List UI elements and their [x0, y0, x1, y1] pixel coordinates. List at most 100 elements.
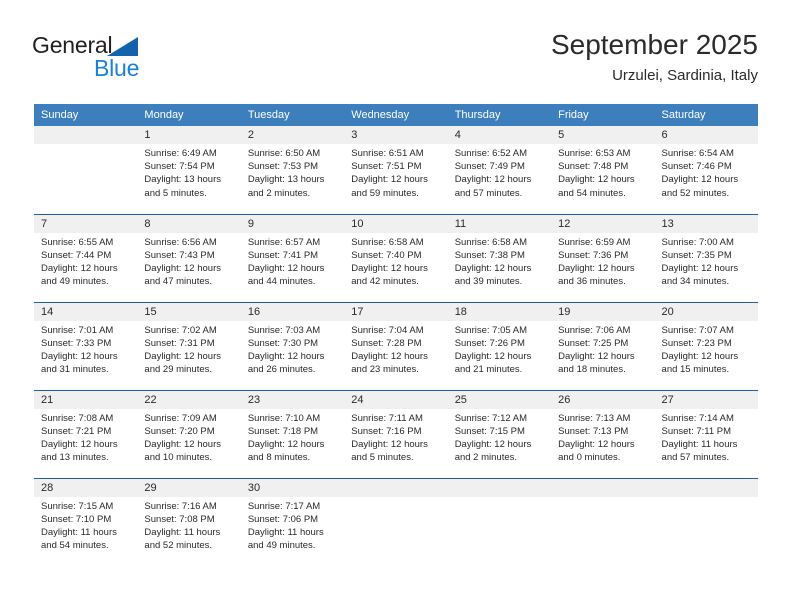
calendar-day-cell[interactable]: 21 Sunrise: 7:08 AM Sunset: 7:21 PM Dayligh… [34, 389, 138, 478]
sun-times-block: Sunrise: 7:07 AM Sunset: 7:23 PM Daylight:… [655, 321, 758, 377]
sun-times-line: Sunrise: 6:52 AM [454, 148, 528, 159]
page-title: September 2025 [550, 29, 758, 60]
sun-times-line: Sunrise: 7:12 AM [454, 412, 528, 424]
sun-times-line: Sunrise: 7:04 AM [351, 324, 424, 336]
calendar-day-cell[interactable]: 18 Sunrise: 7:05 AM Sunset: 7:26 PM Dayligh… [447, 301, 552, 390]
day-number: 5 [551, 126, 655, 144]
day-number: 18 [447, 302, 552, 321]
sun-times-line: and 5 minutes. [351, 452, 414, 464]
sun-times-line: Sunrise: 6:55 AM [41, 236, 114, 248]
sun-times-block: Sunrise: 7:11 AM Sunset: 7:16 PM Daylight:… [344, 409, 447, 465]
day-number [654, 478, 758, 497]
day-number: 13 [654, 214, 758, 233]
sun-times-line: and 10 minutes. [144, 452, 213, 464]
sun-times-line: and 57 minutes. [661, 452, 730, 464]
general-blue-logo[interactable]: General Blue [32, 32, 232, 82]
calendar-day-cell[interactable]: 9 Sunrise: 6:57 AM Sunset: 7:41 PM Daylight… [240, 213, 345, 302]
calendar-cell-empty [654, 477, 758, 566]
day-number: 20 [654, 302, 758, 321]
sun-times-block [551, 497, 654, 500]
sun-times-line: Sunset: 7:20 PM [144, 425, 215, 437]
weekday-header-wednesday: Wednesday [344, 104, 448, 126]
calendar-day-cell[interactable]: 27 Sunrise: 7:14 AM Sunset: 7:11 PM Dayligh… [654, 389, 758, 478]
sun-times-block: Sunrise: 6:55 AM Sunset: 7:44 PM Daylight:… [34, 233, 137, 289]
calendar-day-cell[interactable]: 25 Sunrise: 7:12 AM Sunset: 7:15 PM Dayligh… [447, 389, 552, 478]
calendar-day-cell[interactable]: 24 Sunrise: 7:11 AM Sunset: 7:16 PM Dayligh… [344, 389, 448, 478]
calendar-day-cell[interactable]: 4 Sunrise: 6:52 AM Sunset: 7:49 PM Daylight… [447, 126, 552, 214]
sun-times-line: Sunrise: 7:17 AM [247, 500, 321, 512]
calendar-day-cell[interactable]: 3 Sunrise: 6:51 AM Sunset: 7:51 PM Daylight… [344, 126, 448, 214]
sun-times-line: Daylight: 12 hours [247, 262, 325, 274]
calendar-day-cell[interactable]: 20 Sunrise: 7:07 AM Sunset: 7:23 PM Dayligh… [654, 301, 758, 390]
day-number: 26 [551, 390, 655, 409]
calendar-week-row: 21 Sunrise: 7:08 AM Sunset: 7:21 PM Dayligh… [34, 389, 758, 478]
calendar-day-cell[interactable]: 28 Sunrise: 7:15 AM Sunset: 7:10 PM Dayligh… [34, 477, 138, 566]
sun-times-block [655, 497, 758, 500]
calendar-day-cell[interactable]: 17 Sunrise: 7:04 AM Sunset: 7:28 PM Dayligh… [344, 301, 448, 390]
sun-times-line: Sunrise: 6:49 AM [144, 148, 217, 159]
calendar-day-cell[interactable]: 8 Sunrise: 6:56 AM Sunset: 7:43 PM Daylight… [137, 213, 241, 302]
day-number: 8 [137, 214, 241, 233]
calendar-day-cell[interactable]: 7 Sunrise: 6:55 AM Sunset: 7:44 PM Daylight… [34, 213, 138, 302]
calendar-day-cell[interactable]: 13 Sunrise: 7:00 AM Sunset: 7:35 PM Dayligh… [654, 213, 758, 302]
sun-times-line: Sunset: 7:25 PM [558, 337, 629, 349]
calendar-cell-empty [34, 126, 138, 214]
sun-times-line: and 49 minutes. [41, 276, 109, 288]
sun-times-line: and 54 minutes. [558, 187, 626, 199]
sun-times-line: Daylight: 12 hours [454, 438, 532, 450]
sun-times-block: Sunrise: 6:54 AM Sunset: 7:46 PM Daylight:… [655, 144, 758, 200]
calendar-day-cell[interactable]: 1 Sunrise: 6:49 AM Sunset: 7:54 PM Daylight… [137, 126, 241, 214]
sun-times-line: and 0 minutes. [558, 452, 621, 464]
sun-times-block: Sunrise: 6:51 AM Sunset: 7:51 PM Daylight:… [344, 144, 447, 200]
sun-times-line: Sunset: 7:13 PM [558, 425, 629, 437]
sun-times-block: Sunrise: 7:15 AM Sunset: 7:10 PM Daylight:… [34, 497, 137, 553]
calendar-day-cell[interactable]: 12 Sunrise: 6:59 AM Sunset: 7:36 PM Dayligh… [551, 213, 655, 302]
calendar-week-row: 14 Sunrise: 7:01 AM Sunset: 7:33 PM Dayligh… [34, 301, 758, 390]
sun-times-block [344, 497, 447, 500]
day-number: 7 [34, 214, 138, 233]
sun-times-line: Daylight: 12 hours [144, 262, 221, 274]
sun-times-line: Sunset: 7:35 PM [661, 249, 732, 261]
sun-times-block: Sunrise: 7:02 AM Sunset: 7:31 PM Daylight:… [137, 321, 240, 377]
calendar-day-cell[interactable]: 5 Sunrise: 6:53 AM Sunset: 7:48 PM Daylight… [551, 126, 655, 214]
calendar-week-row: 28 Sunrise: 7:15 AM Sunset: 7:10 PM Dayligh… [34, 477, 758, 566]
calendar-day-cell[interactable]: 16 Sunrise: 7:03 AM Sunset: 7:30 PM Dayligh… [240, 301, 345, 390]
sun-times-line: Daylight: 12 hours [351, 350, 428, 362]
calendar-day-cell[interactable]: 15 Sunrise: 7:02 AM Sunset: 7:31 PM Dayligh… [137, 301, 241, 390]
calendar-day-cell[interactable]: 6 Sunrise: 6:54 AM Sunset: 7:46 PM Daylight… [654, 126, 758, 214]
logo-text-blue: Blue [94, 55, 140, 81]
calendar-day-cell[interactable]: 26 Sunrise: 7:13 AM Sunset: 7:13 PM Dayligh… [551, 389, 655, 478]
sun-times-line: Sunset: 7:26 PM [454, 337, 525, 349]
calendar-day-cell[interactable]: 11 Sunrise: 6:58 AM Sunset: 7:38 PM Dayligh… [447, 213, 552, 302]
sun-times-block: Sunrise: 7:06 AM Sunset: 7:25 PM Daylight:… [551, 321, 654, 377]
sun-times-line: Sunset: 7:16 PM [351, 425, 422, 437]
sun-times-line: and 21 minutes. [454, 364, 523, 376]
calendar-day-cell[interactable]: 10 Sunrise: 6:58 AM Sunset: 7:40 PM Dayligh… [344, 213, 448, 302]
sun-times-line: Sunset: 7:53 PM [247, 161, 319, 173]
calendar-day-cell[interactable]: 22 Sunrise: 7:09 AM Sunset: 7:20 PM Dayligh… [137, 389, 241, 478]
calendar-week-row: 7 Sunrise: 6:55 AM Sunset: 7:44 PM Daylight… [34, 213, 758, 302]
page-subtitle: Urzulei, Sardinia, Italy [612, 67, 758, 84]
calendar-day-cell[interactable]: 19 Sunrise: 7:06 AM Sunset: 7:25 PM Dayligh… [551, 301, 655, 390]
sun-times-line: and 52 minutes. [661, 187, 730, 199]
sun-times-line: Sunrise: 6:51 AM [351, 148, 424, 159]
calendar-day-cell[interactable]: 29 Sunrise: 7:16 AM Sunset: 7:08 PM Dayligh… [137, 477, 241, 566]
day-number: 4 [447, 126, 552, 144]
sun-times-line: Daylight: 13 hours [247, 174, 325, 186]
sun-times-line: Daylight: 12 hours [454, 350, 532, 362]
calendar-day-cell[interactable]: 14 Sunrise: 7:01 AM Sunset: 7:33 PM Dayligh… [34, 301, 138, 390]
calendar-day-cell[interactable]: 23 Sunrise: 7:10 AM Sunset: 7:18 PM Dayligh… [240, 389, 345, 478]
day-number: 11 [447, 214, 552, 233]
calendar-day-cell[interactable]: 30 Sunrise: 7:17 AM Sunset: 7:06 PM Dayligh… [240, 477, 345, 566]
sun-times-line: Sunrise: 7:11 AM [351, 412, 423, 424]
sun-times-line: and 26 minutes. [247, 364, 316, 376]
weekday-header-row: Sunday Monday Tuesday Wednesday Thursday Frid… [34, 104, 758, 126]
sun-times-line: Daylight: 12 hours [41, 438, 118, 450]
day-number: 29 [137, 478, 241, 497]
day-number [551, 478, 655, 497]
sun-times-block: Sunrise: 7:04 AM Sunset: 7:28 PM Daylight:… [344, 321, 447, 377]
calendar-day-cell[interactable]: 2 Sunrise: 6:50 AM Sunset: 7:53 PM Daylight… [240, 126, 345, 214]
sun-times-block [34, 144, 137, 147]
sun-times-line: Daylight: 11 hours [144, 526, 221, 538]
sun-times-line: Sunrise: 7:08 AM [41, 412, 114, 424]
